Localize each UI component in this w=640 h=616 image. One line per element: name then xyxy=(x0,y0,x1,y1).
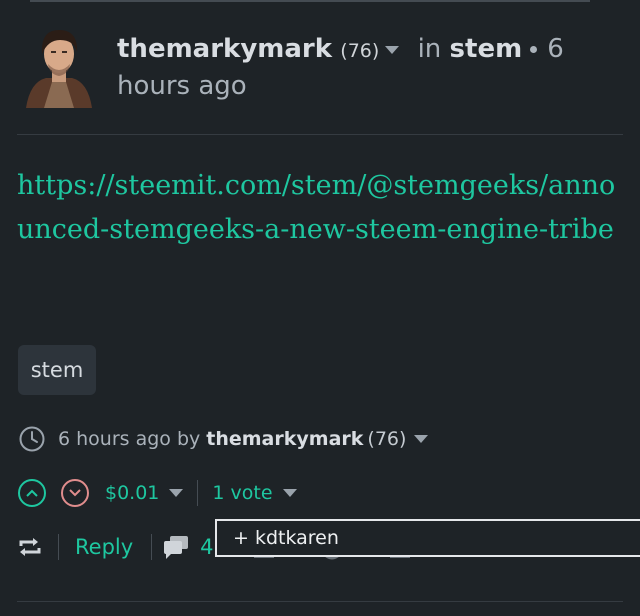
comments-icon[interactable] xyxy=(162,534,190,560)
bullet-dot xyxy=(530,46,538,53)
vote-count[interactable]: 1 vote xyxy=(212,482,272,504)
caret-down-icon[interactable] xyxy=(385,45,400,54)
clock-icon xyxy=(18,425,46,453)
reply-button[interactable]: Reply xyxy=(75,535,133,559)
post-body-link[interactable]: https://steemit.com/stem/@stemgeeks/anno… xyxy=(17,164,623,252)
meta-author-link[interactable]: themarkymark xyxy=(206,428,363,450)
downvote-button[interactable] xyxy=(61,479,89,507)
post-header: themarkymark (76) in stem 6 hours ago xyxy=(117,32,617,104)
caret-down-icon[interactable] xyxy=(282,489,297,497)
voting-divider xyxy=(197,480,199,506)
downvote-icon xyxy=(69,489,81,497)
resteem-icon[interactable] xyxy=(18,536,42,558)
voter-item[interactable]: + kdtkaren xyxy=(233,527,339,549)
in-label: in xyxy=(417,34,442,64)
header-divider xyxy=(17,134,623,135)
meta-reputation: (76) xyxy=(367,428,407,450)
actions-divider xyxy=(58,534,59,560)
meta-time: 6 hours ago by xyxy=(58,428,201,450)
author-avatar[interactable] xyxy=(22,24,96,108)
upvote-button[interactable] xyxy=(18,479,46,507)
post-author-link[interactable]: themarkymark xyxy=(117,34,332,64)
top-divider xyxy=(30,0,590,2)
bottom-divider xyxy=(17,601,623,602)
tag-stem[interactable]: stem xyxy=(18,345,96,395)
voting-bar: $0.01 1 vote xyxy=(18,476,307,510)
post-meta: 6 hours ago by themarkymark (76) xyxy=(18,424,438,454)
caret-down-icon[interactable] xyxy=(169,489,184,497)
actions-divider xyxy=(151,534,153,560)
community-link[interactable]: stem xyxy=(450,34,523,64)
post-actions: Reply 4 xyxy=(18,530,214,564)
voter-popup[interactable]: + kdtkaren xyxy=(215,519,640,557)
comments-count[interactable]: 4 xyxy=(200,535,213,559)
upvote-icon xyxy=(26,489,38,497)
caret-down-icon[interactable] xyxy=(414,435,429,443)
payout-amount[interactable]: $0.01 xyxy=(105,482,159,504)
author-reputation: (76) xyxy=(340,40,380,62)
